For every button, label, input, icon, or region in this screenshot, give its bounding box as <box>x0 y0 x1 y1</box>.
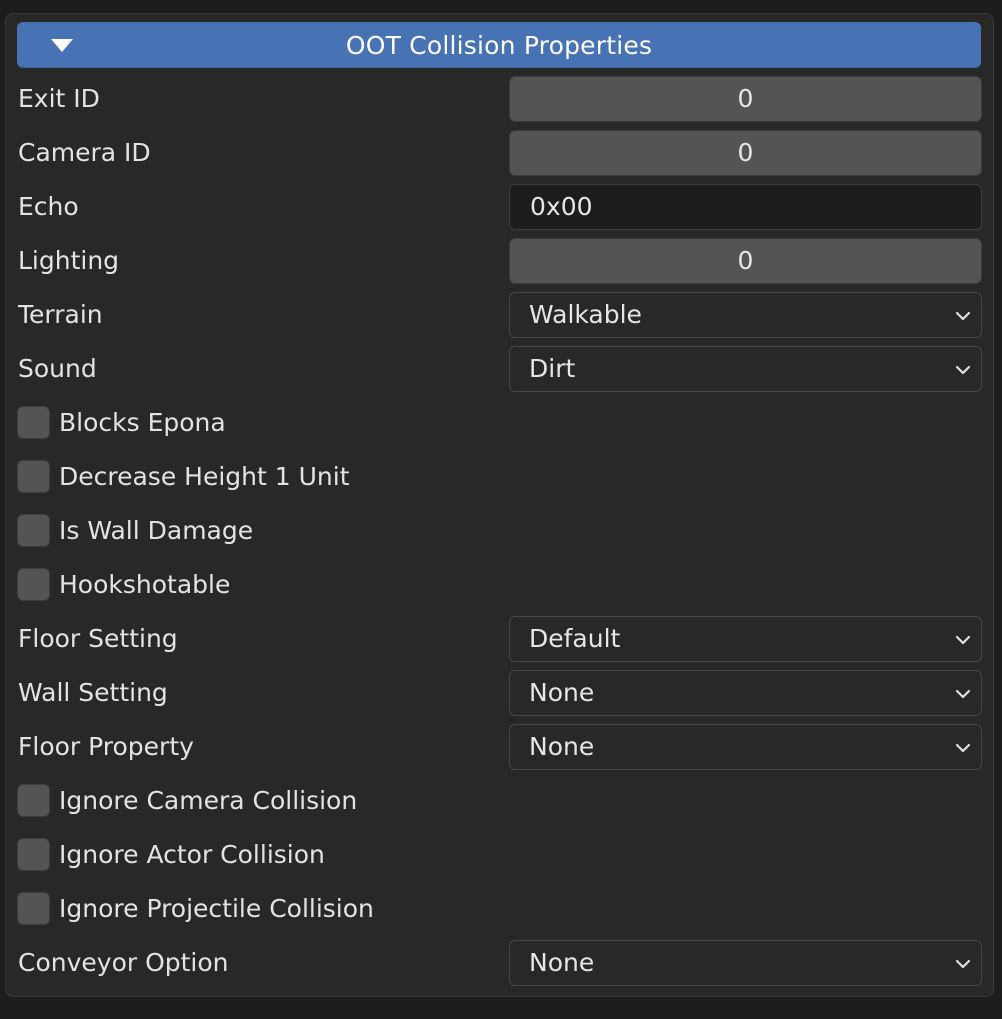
terrain-row: Terrain Walkable <box>0 288 1002 342</box>
ignore-camera-collision-row: Ignore Camera Collision <box>0 774 1002 828</box>
conveyor-option-value: None <box>529 948 595 977</box>
exit-id-number-field[interactable]: 0 <box>509 76 982 122</box>
floor-property-row: Floor Property None <box>0 720 1002 774</box>
blocks-epona-row: Blocks Epona <box>0 396 1002 450</box>
ignore-projectile-collision-row: Ignore Projectile Collision <box>0 882 1002 936</box>
floor-setting-value: Default <box>529 624 621 653</box>
ignore-camera-collision-checkbox[interactable] <box>17 784 50 817</box>
ignore-projectile-collision-checkbox[interactable] <box>17 892 50 925</box>
lighting-number-field[interactable]: 0 <box>509 238 982 284</box>
hookshotable-row: Hookshotable <box>0 558 1002 612</box>
panel-header[interactable]: OOT Collision Properties <box>17 22 981 68</box>
camera-id-row: Camera ID 0 <box>0 126 1002 180</box>
floor-setting-row: Floor Setting Default <box>0 612 1002 666</box>
is-wall-damage-label[interactable]: Is Wall Damage <box>59 504 253 558</box>
sound-label: Sound <box>18 354 97 383</box>
wall-setting-dropdown[interactable]: None <box>509 670 982 716</box>
sound-dropdown[interactable]: Dirt <box>509 346 982 392</box>
lighting-label: Lighting <box>18 246 120 275</box>
floor-property-label: Floor Property <box>18 732 194 761</box>
wall-setting-value: None <box>529 678 595 707</box>
blocks-epona-checkbox[interactable] <box>17 406 50 439</box>
conveyor-option-row: Conveyor Option None <box>0 936 1002 990</box>
floor-property-value: None <box>529 732 595 761</box>
decrease-height-row: Decrease Height 1 Unit <box>0 450 1002 504</box>
terrain-label: Terrain <box>18 300 103 329</box>
chevron-down-icon <box>955 311 971 321</box>
is-wall-damage-checkbox[interactable] <box>17 514 50 547</box>
conveyor-option-dropdown[interactable]: None <box>509 940 982 986</box>
terrain-dropdown[interactable]: Walkable <box>509 292 982 338</box>
exit-id-label: Exit ID <box>18 84 100 113</box>
decrease-height-checkbox[interactable] <box>17 460 50 493</box>
lighting-row: Lighting 0 <box>0 234 1002 288</box>
chevron-down-icon <box>955 689 971 699</box>
chevron-down-icon <box>955 635 971 645</box>
blocks-epona-label[interactable]: Blocks Epona <box>59 396 226 450</box>
ignore-projectile-collision-label[interactable]: Ignore Projectile Collision <box>59 882 374 936</box>
floor-setting-label: Floor Setting <box>18 624 178 653</box>
hookshotable-label[interactable]: Hookshotable <box>59 558 230 612</box>
ignore-camera-collision-label[interactable]: Ignore Camera Collision <box>59 774 357 828</box>
echo-row: Echo 0x00 <box>0 180 1002 234</box>
echo-label: Echo <box>18 192 79 221</box>
chevron-down-icon <box>955 365 971 375</box>
terrain-value: Walkable <box>529 300 642 329</box>
hookshotable-checkbox[interactable] <box>17 568 50 601</box>
decrease-height-label[interactable]: Decrease Height 1 Unit <box>59 450 350 504</box>
is-wall-damage-row: Is Wall Damage <box>0 504 1002 558</box>
chevron-down-icon <box>955 959 971 969</box>
ignore-actor-collision-row: Ignore Actor Collision <box>0 828 1002 882</box>
wall-setting-label: Wall Setting <box>18 678 168 707</box>
triangle-down-icon[interactable] <box>51 39 73 52</box>
camera-id-label: Camera ID <box>18 138 151 167</box>
wall-setting-row: Wall Setting None <box>0 666 1002 720</box>
floor-property-dropdown[interactable]: None <box>509 724 982 770</box>
panel-title: OOT Collision Properties <box>345 30 653 60</box>
ignore-actor-collision-label[interactable]: Ignore Actor Collision <box>59 828 325 882</box>
sound-value: Dirt <box>529 354 576 383</box>
conveyor-option-label: Conveyor Option <box>18 948 229 977</box>
sound-row: Sound Dirt <box>0 342 1002 396</box>
camera-id-number-field[interactable]: 0 <box>509 130 982 176</box>
echo-text-field[interactable]: 0x00 <box>509 184 982 230</box>
floor-setting-dropdown[interactable]: Default <box>509 616 982 662</box>
ignore-actor-collision-checkbox[interactable] <box>17 838 50 871</box>
chevron-down-icon <box>955 743 971 753</box>
exit-id-row: Exit ID 0 <box>0 72 1002 126</box>
